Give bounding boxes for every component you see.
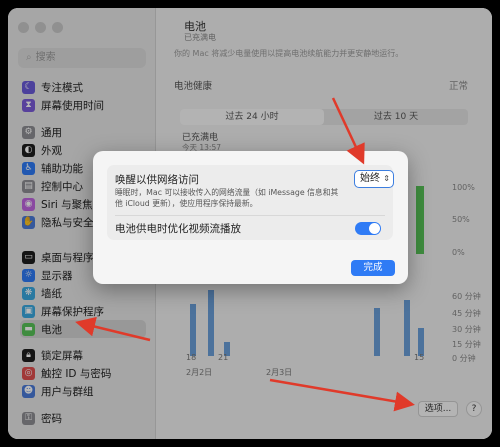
divider [115,215,385,216]
screenshot-frame: ⌕ 搜索 ☾ 专注模式 ⧗ 屏幕使用时间 ⚙ 通用 ◐ 外观 ♿ 辅助功能 ▤ 控制中心 ◉ S… [0,0,500,447]
options-card: 唤醒以供网络访问 睡眠时，Mac 可以接收传入的网络流量（如 iMessage … [107,165,394,240]
optimize-video-streaming-toggle[interactable] [355,222,381,235]
done-button[interactable]: 完成 [351,260,395,276]
wake-for-network-popup[interactable]: 始终 ⇕ [354,170,394,188]
chevron-updown-icon: ⇕ [383,174,390,183]
battery-options-sheet: 唤醒以供网络访问 睡眠时，Mac 可以接收传入的网络流量（如 iMessage … [93,151,408,284]
optimize-video-streaming-label: 电池供电时优化视频流播放 [115,223,241,235]
toggle-knob [369,223,380,234]
wake-for-network-description: 睡眠时，Mac 可以接收传入的网络流量（如 iMessage 信息和其他 iCl… [115,188,339,208]
wake-for-network-label: 唤醒以供网络访问 [115,174,199,186]
popup-value: 始终 [360,173,380,184]
